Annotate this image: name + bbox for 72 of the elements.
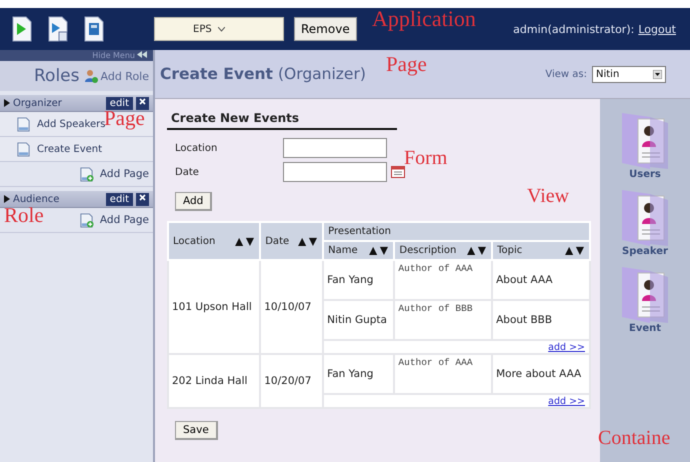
sort-icon[interactable]	[235, 236, 256, 246]
table-cell: Nitin Gupta	[323, 300, 394, 340]
group-header: Presentation	[328, 226, 391, 237]
table-cell: 202 Linda Hall	[168, 354, 260, 408]
page-item[interactable]: Create Event	[0, 137, 153, 162]
close-icon[interactable]	[136, 96, 149, 110]
annotation-label: Containe	[598, 428, 670, 448]
table-cell: More about AAA	[492, 354, 590, 394]
table-cell: 10/10/07	[260, 260, 324, 354]
edit-button[interactable]: edit	[106, 96, 133, 110]
page-icon	[16, 116, 31, 132]
play-document-icon[interactable]	[12, 16, 32, 42]
add-page-button[interactable]: Add Page	[0, 162, 153, 187]
play-pages-icon[interactable]	[48, 16, 68, 42]
logout-link[interactable]: Logout	[638, 22, 676, 36]
annotation-label: View	[527, 186, 570, 206]
add-role-button[interactable]: Add Role	[84, 69, 149, 83]
save-button[interactable]: Save	[175, 421, 218, 440]
view-as-select[interactable]: Nitin	[592, 66, 666, 82]
sort-icon[interactable]	[369, 246, 390, 255]
annotation-label: Role	[4, 205, 44, 226]
calendar-icon[interactable]	[391, 166, 405, 178]
input-field[interactable]	[283, 138, 387, 158]
column-header: Description	[399, 245, 456, 256]
form-title: Create New Events	[167, 111, 397, 130]
table-cell: 10/20/07	[260, 354, 324, 408]
table-cell: Fan Yang	[323, 354, 394, 394]
user-label: admin(administrator):	[513, 22, 634, 36]
table-cell: About BBB	[492, 300, 590, 340]
table-cell: Author of AAA	[394, 260, 492, 300]
table-cell: Author of BBB	[394, 300, 492, 340]
folder-label: Speaker	[622, 246, 668, 257]
column-header: Date	[265, 236, 290, 246]
table-cell: Author of AAA	[394, 354, 492, 394]
page-title: Create Event (Organizer)	[160, 65, 366, 83]
person-add-icon	[84, 69, 98, 83]
sort-icon[interactable]	[298, 236, 318, 246]
close-icon[interactable]	[136, 192, 149, 206]
add-page-icon	[78, 166, 94, 182]
roles-title: Roles	[34, 66, 80, 86]
column-header: Name	[328, 245, 358, 256]
field-label: Date	[175, 166, 200, 178]
chevron-icon	[218, 26, 225, 32]
field-label: Location	[175, 142, 218, 154]
table-cell: About AAA	[492, 260, 590, 300]
format-select[interactable]: EPS	[154, 17, 284, 41]
expand-triangle-icon[interactable]	[4, 99, 10, 107]
page-icon	[16, 142, 31, 156]
role-name[interactable]: Audience	[13, 194, 103, 204]
dropdown-arrow-icon[interactable]	[653, 70, 662, 78]
add-page-icon	[78, 212, 94, 228]
table-cell: Fan Yang	[323, 260, 394, 300]
input-field[interactable]	[283, 162, 387, 182]
sort-icon[interactable]	[565, 246, 585, 255]
column-header: Topic	[497, 245, 522, 256]
folder-label: Event	[628, 323, 662, 334]
sort-icon[interactable]	[467, 246, 488, 255]
annotation-label: Application	[372, 8, 476, 30]
table-cell: 101 Upson Hall	[168, 260, 260, 354]
role-name[interactable]: Organizer	[13, 98, 103, 108]
view-as-label: View as:	[545, 68, 587, 80]
expand-triangle-icon[interactable]	[4, 195, 10, 203]
edit-button[interactable]: edit	[106, 192, 133, 206]
add-link[interactable]: add >>	[548, 342, 585, 353]
document-icon[interactable]	[84, 16, 104, 42]
column-header: Location	[173, 236, 216, 246]
add-link[interactable]: add >>	[548, 396, 585, 407]
annotation-label: Form	[404, 148, 448, 168]
annotation-label: Page	[386, 54, 427, 75]
add-button[interactable]: Add	[175, 192, 212, 211]
folder-label: Users	[629, 169, 661, 180]
remove-button[interactable]: Remove	[294, 17, 357, 41]
